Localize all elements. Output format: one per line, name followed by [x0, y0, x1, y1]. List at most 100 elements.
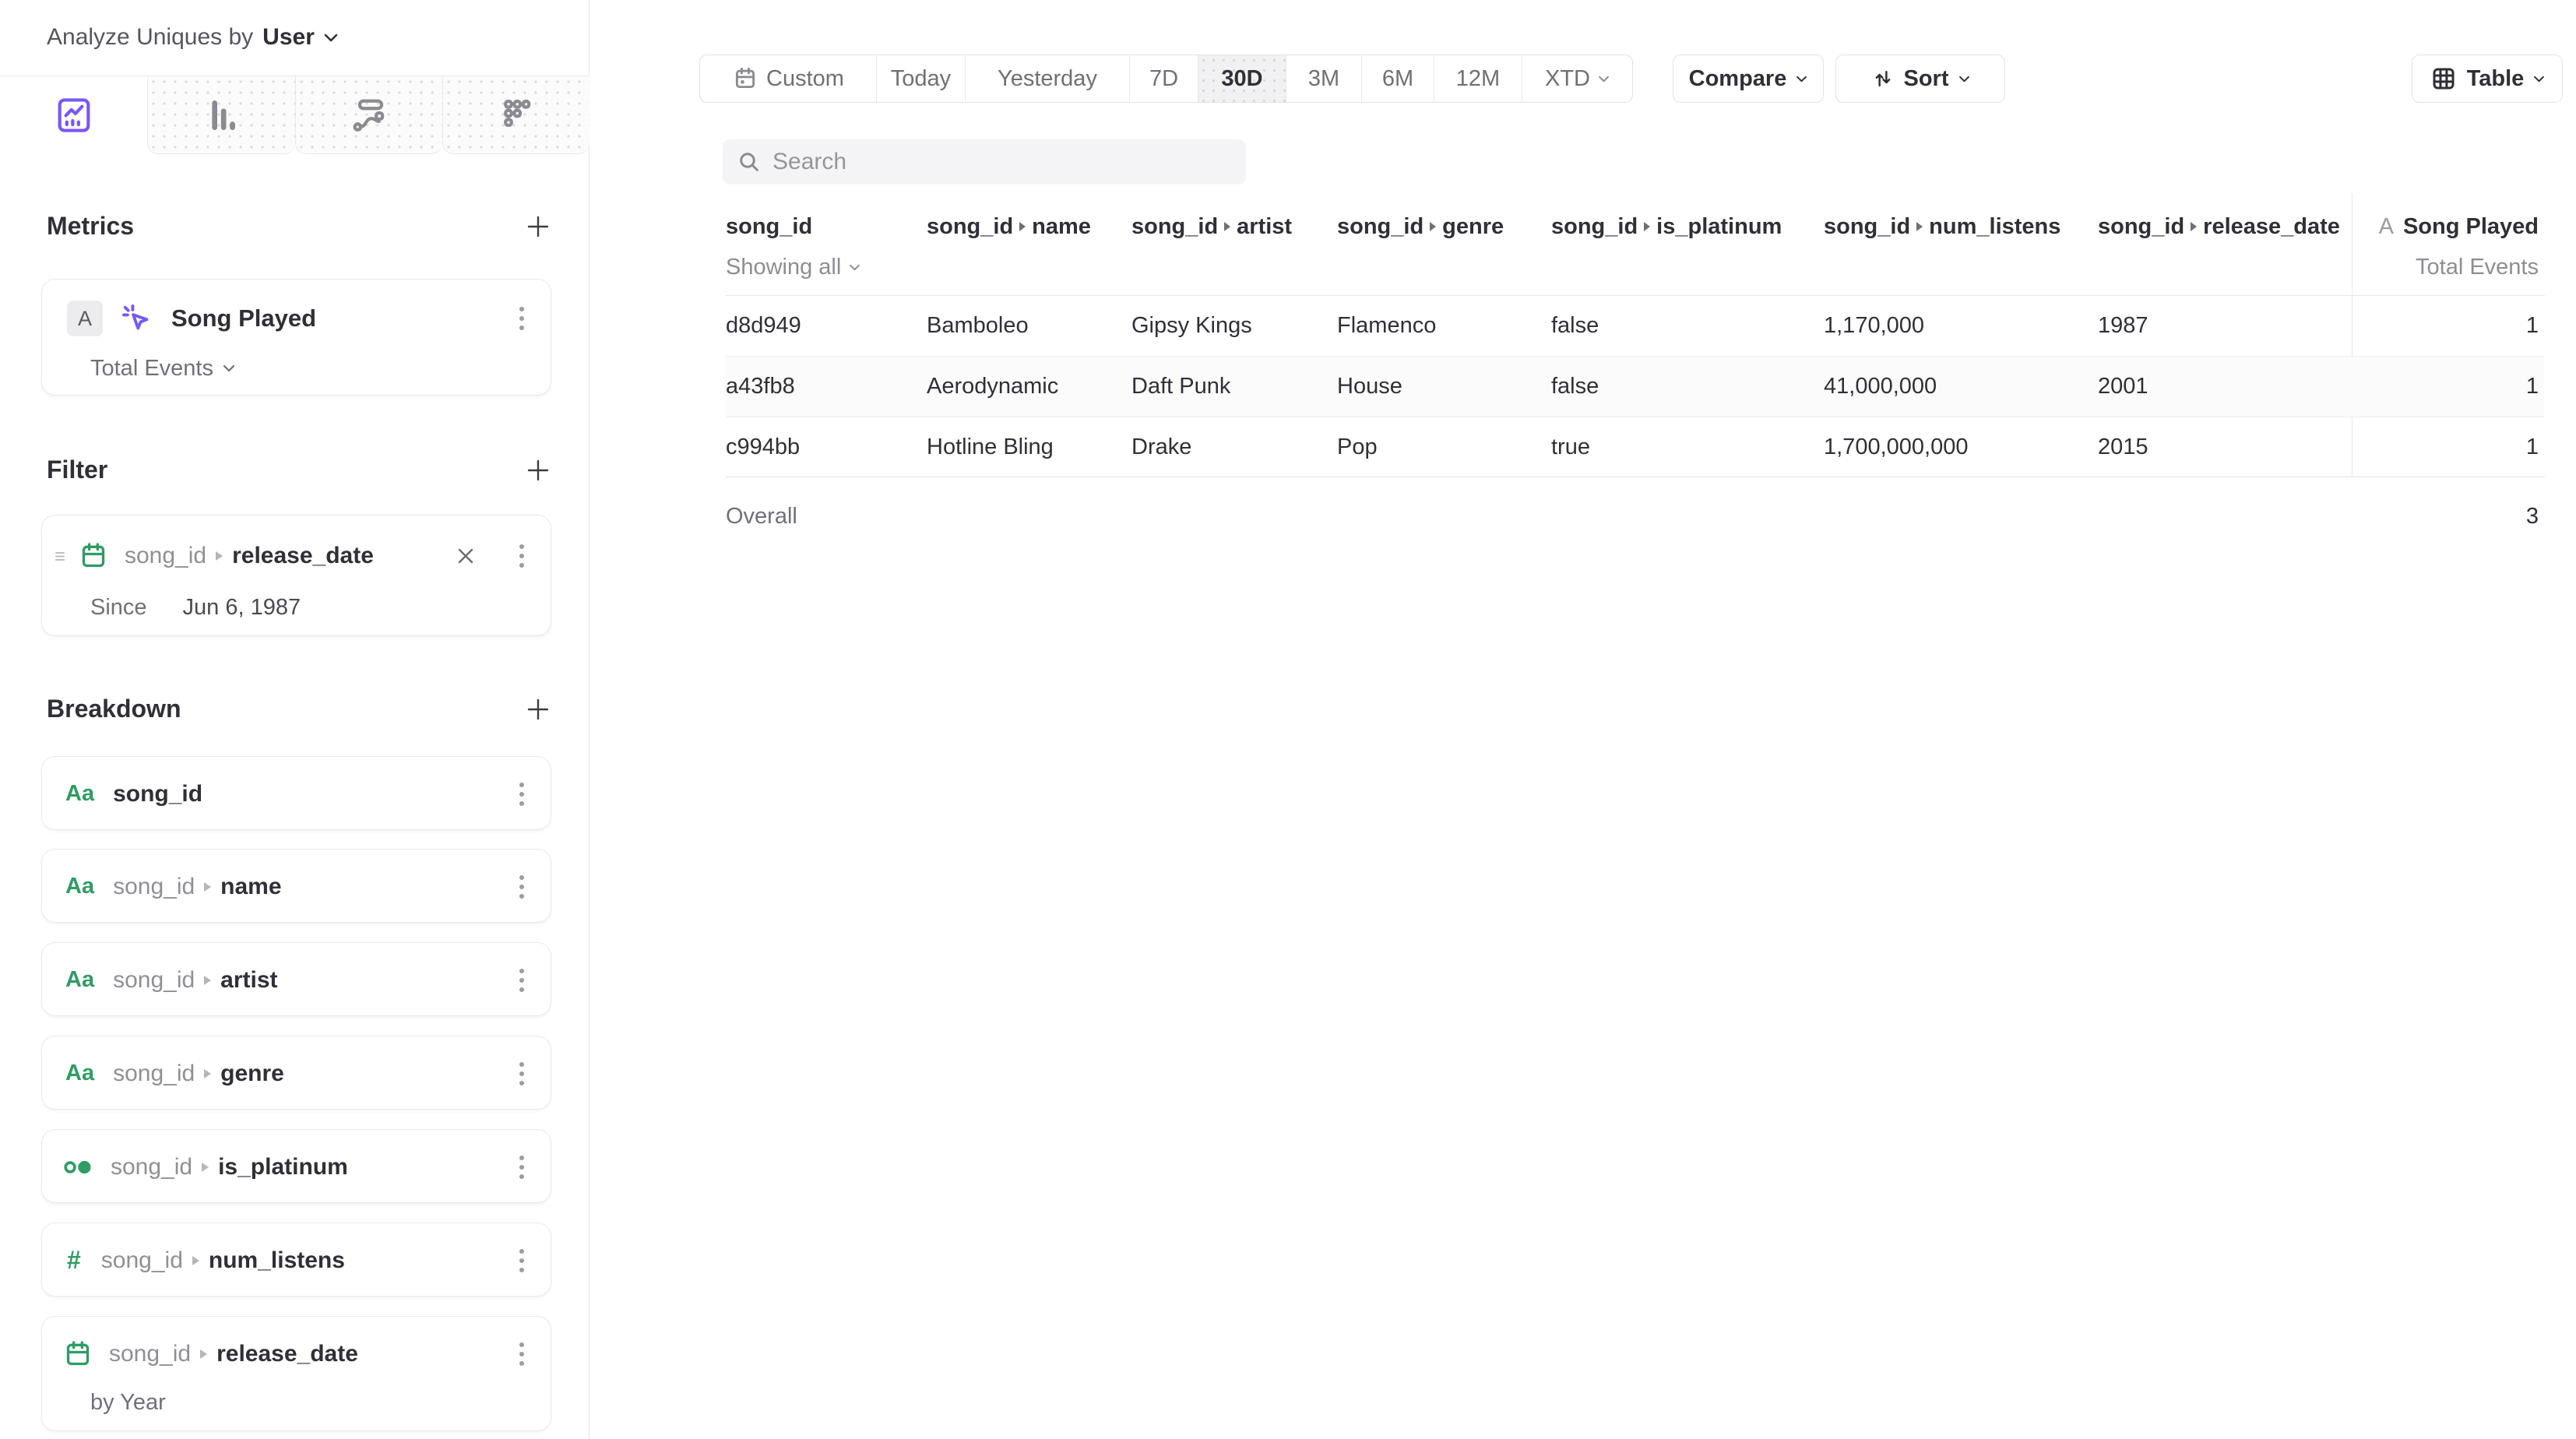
search-icon: [737, 150, 762, 174]
column-header[interactable]: song_idnum_listens: [1824, 206, 2098, 247]
tab-flows[interactable]: [295, 76, 442, 154]
filter-property-prefix: song_id: [125, 543, 206, 569]
kebab-menu-icon[interactable]: [513, 869, 530, 905]
arrow-right-icon: [204, 976, 211, 985]
date-range-12m[interactable]: 12M: [1434, 55, 1522, 102]
search-input[interactable]: [772, 149, 1232, 175]
breakdown-section-header: Breakdown: [47, 695, 551, 723]
analyze-label: Analyze Uniques by: [47, 24, 253, 51]
event-click-icon: [118, 301, 154, 336]
breakdown-property: song_id: [113, 781, 202, 807]
column-header[interactable]: song_idrelease_date: [2098, 206, 2352, 247]
chevron-down-icon: [1958, 76, 1970, 83]
calendar-icon: [732, 65, 758, 92]
arrow-right-icon: [204, 1069, 211, 1078]
breakdown-bucket-selector[interactable]: by Year: [90, 1390, 166, 1416]
breakdown-item[interactable]: song_id is_platinum: [41, 1129, 551, 1203]
date-range-yesterday[interactable]: Yesterday: [965, 55, 1129, 102]
query-sidebar: Analyze Uniques by User: [0, 0, 589, 1439]
column-header[interactable]: song_idis_platinum: [1551, 206, 1824, 247]
table-row[interactable]: a43fb8 Aerodynamic Daft Punk House false…: [726, 357, 2545, 417]
chevron-down-icon: [223, 364, 235, 372]
showing-all-selector[interactable]: Showing all: [726, 247, 927, 287]
kebab-menu-icon[interactable]: [513, 301, 530, 336]
date-range-custom[interactable]: Custom: [700, 55, 876, 102]
breakdown-property: num_listens: [209, 1247, 345, 1274]
date-range-7d[interactable]: 7D: [1129, 55, 1198, 102]
breakdown-item[interactable]: Aa song_id genre: [41, 1036, 551, 1110]
chevron-down-icon: [324, 33, 338, 42]
kebab-menu-icon[interactable]: [513, 1056, 530, 1092]
kebab-menu-icon[interactable]: [513, 1336, 530, 1372]
metric-column-header[interactable]: A Song Played: [2352, 206, 2545, 247]
breakdown-property: genre: [220, 1061, 284, 1087]
table-row[interactable]: c994bb Hotline Bling Drake Pop true 1,70…: [726, 417, 2545, 477]
kebab-menu-icon[interactable]: [513, 1149, 530, 1185]
column-header[interactable]: song_idartist: [1131, 206, 1337, 247]
breakdown-item[interactable]: Aa song_id artist: [41, 942, 551, 1016]
table-overall-row: Overall 3: [726, 477, 2545, 555]
date-range-3m[interactable]: 3M: [1286, 55, 1361, 102]
tab-bar-chart[interactable]: [147, 76, 294, 154]
filter-value-selector[interactable]: Jun 6, 1987: [183, 595, 301, 621]
metric-aggregation-selector[interactable]: Total Events: [90, 356, 213, 382]
text-icon: Aa: [65, 781, 94, 807]
text-icon: Aa: [65, 874, 94, 899]
arrow-right-icon: [216, 551, 223, 561]
arrow-right-icon: [202, 1163, 209, 1172]
kebab-menu-icon[interactable]: [513, 776, 530, 812]
column-header[interactable]: song_idgenre: [1337, 206, 1551, 247]
date-range-control: Custom Today Yesterday 7D 30D 3M 6M 12M …: [699, 55, 1633, 103]
filter-operator-selector[interactable]: Since: [90, 595, 147, 621]
metrics-section-header: Metrics: [47, 212, 551, 241]
text-icon: Aa: [65, 1061, 94, 1086]
add-filter-button[interactable]: [525, 457, 551, 484]
table-row[interactable]: d8d949 Bamboleo Gipsy Kings Flamenco fal…: [726, 296, 2545, 357]
series-badge: A: [67, 301, 103, 336]
breakdown-item[interactable]: Aa song_id name: [41, 849, 551, 923]
date-range-30d[interactable]: 30D: [1198, 55, 1286, 102]
tab-insights[interactable]: [0, 76, 147, 154]
filter-property-name: release_date: [232, 543, 374, 569]
filter-title: Filter: [47, 456, 107, 484]
date-range-xtd[interactable]: XTD: [1522, 55, 1632, 102]
date-range-6m[interactable]: 6M: [1361, 55, 1434, 102]
kebab-menu-icon[interactable]: [513, 1243, 530, 1279]
kebab-menu-icon[interactable]: [513, 538, 530, 574]
column-header[interactable]: song_idname: [927, 206, 1131, 247]
analyze-entity-selector[interactable]: User: [262, 24, 315, 51]
add-breakdown-button[interactable]: [525, 696, 551, 723]
compare-button[interactable]: Compare: [1673, 55, 1824, 103]
breakdown-item[interactable]: song_id release_date by Year: [41, 1316, 551, 1431]
sort-arrows-icon: [1871, 67, 1895, 90]
text-icon: Aa: [65, 967, 94, 993]
breakdown-property: release_date: [216, 1341, 358, 1367]
breakdown-title: Breakdown: [47, 695, 181, 723]
breakdown-property: artist: [220, 967, 277, 994]
remove-filter-icon[interactable]: [456, 546, 476, 566]
retention-icon: [497, 96, 536, 135]
breakdown-item[interactable]: Aa song_id: [41, 756, 551, 830]
arrow-right-icon: [204, 882, 211, 892]
search-field[interactable]: [723, 139, 1246, 185]
arrow-right-icon: [200, 1349, 207, 1359]
date-range-today[interactable]: Today: [876, 55, 965, 102]
flows-icon: [350, 96, 389, 135]
metric-aggregation-subheader: Total Events: [2352, 247, 2545, 287]
filter-card[interactable]: song_id release_date Since Jun 6, 1987: [41, 515, 551, 636]
kebab-menu-icon[interactable]: [513, 962, 530, 998]
table-subheader-row: Showing all Total Events: [726, 247, 2545, 287]
view-type-button[interactable]: Table: [2412, 55, 2563, 103]
metric-card[interactable]: A Song Played Total Events: [41, 279, 551, 396]
sort-button[interactable]: Sort: [1835, 55, 2005, 103]
breakdown-item[interactable]: # song_id num_listens: [41, 1223, 551, 1297]
tab-retention[interactable]: [442, 76, 589, 154]
column-header[interactable]: song_id: [726, 206, 927, 247]
report-type-tabs: [0, 76, 589, 154]
breakdown-property: is_platinum: [218, 1154, 348, 1180]
add-metric-button[interactable]: [525, 213, 551, 240]
table-header-row: song_id song_idname song_idartist song_i…: [726, 206, 2545, 247]
chevron-down-icon: [2533, 76, 2545, 83]
breakdown-property: name: [220, 874, 281, 900]
drag-handle-icon[interactable]: [53, 547, 70, 565]
